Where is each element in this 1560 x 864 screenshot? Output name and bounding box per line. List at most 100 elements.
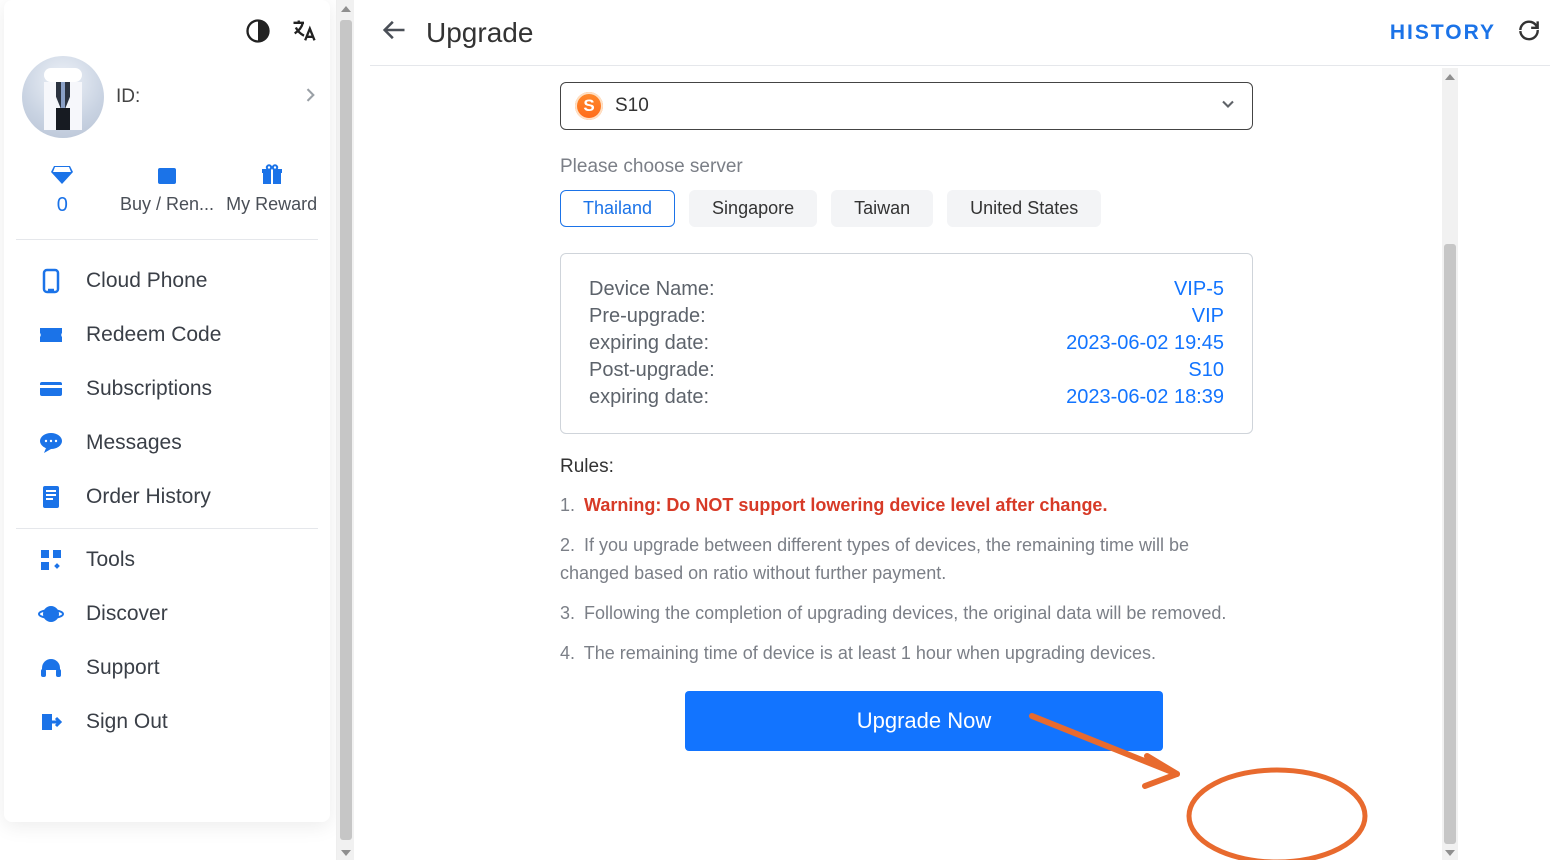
buy-renew-button[interactable]: Buy / Ren...	[117, 164, 217, 215]
scroll-up-icon[interactable]	[340, 2, 352, 14]
sidebar-item-support[interactable]: Support	[4, 641, 330, 695]
info-value: 2023-06-02 18:39	[1066, 386, 1224, 409]
sidebar-item-label: Support	[86, 656, 160, 680]
buy-renew-label: Buy / Ren...	[120, 194, 214, 215]
theme-toggle-icon[interactable]	[244, 17, 272, 50]
gift-icon	[260, 164, 284, 186]
info-value: 2023-06-02 19:45	[1066, 332, 1224, 355]
sidebar: ID: 0 Buy / Ren...	[4, 0, 330, 822]
sidebar-item-label: Discover	[86, 602, 168, 626]
content-scrollbar[interactable]	[1442, 68, 1458, 860]
rule-item: 2. If you upgrade between different type…	[560, 532, 1253, 588]
document-icon	[38, 484, 64, 510]
info-key: Post-upgrade:	[589, 359, 715, 382]
rule-text: Warning: Do NOT support lowering device …	[584, 495, 1107, 515]
my-reward-button[interactable]: My Reward	[222, 164, 322, 215]
sidebar-item-order-history[interactable]: Order History	[4, 470, 330, 524]
divider	[16, 528, 318, 529]
diamond-icon	[50, 164, 74, 186]
server-section-label: Please choose server	[560, 156, 1230, 178]
sidebar-item-label: Subscriptions	[86, 377, 212, 401]
back-arrow-icon[interactable]	[380, 16, 408, 49]
rule-text: If you upgrade between different types o…	[560, 535, 1189, 583]
diamonds-counter[interactable]: 0	[12, 164, 112, 217]
server-chip-thailand[interactable]: Thailand	[560, 190, 675, 227]
profile-id-label: ID:	[116, 86, 288, 108]
server-chip-singapore[interactable]: Singapore	[689, 190, 817, 227]
card-icon	[38, 376, 64, 402]
server-chip-taiwan[interactable]: Taiwan	[831, 190, 933, 227]
plan-select[interactable]: S S10	[560, 82, 1253, 130]
rule-item: 1. Warning: Do NOT support lowering devi…	[560, 492, 1253, 520]
scroll-up-icon[interactable]	[1444, 70, 1456, 82]
scrollbar-thumb[interactable]	[340, 20, 352, 840]
sidebar-item-messages[interactable]: Messages	[4, 416, 330, 470]
info-row: Pre-upgrade: VIP	[589, 303, 1224, 330]
plan-badge-icon: S	[575, 92, 603, 120]
logout-icon	[38, 709, 64, 735]
chat-icon	[38, 430, 64, 456]
sidebar-item-label: Order History	[86, 485, 211, 509]
sidebar-item-sign-out[interactable]: Sign Out	[4, 695, 330, 749]
widgets-icon	[38, 547, 64, 573]
avatar	[22, 56, 104, 138]
sidebar-scrollbar[interactable]	[336, 0, 354, 860]
sidebar-item-subscriptions[interactable]: Subscriptions	[4, 362, 330, 416]
rule-item: 3. Following the completion of upgrading…	[560, 600, 1253, 628]
rule-text: Following the completion of upgrading de…	[584, 603, 1226, 623]
info-value: VIP-5	[1174, 278, 1224, 301]
info-key: expiring date:	[589, 386, 709, 409]
refresh-icon[interactable]	[1516, 17, 1542, 48]
rule-number: 4.	[560, 643, 575, 663]
rule-item: 4. The remaining time of device is at le…	[560, 640, 1253, 668]
chevron-right-icon	[300, 85, 320, 110]
plan-select-label: S10	[615, 95, 649, 117]
ticket-icon	[38, 322, 64, 348]
info-value: S10	[1188, 359, 1224, 382]
rules-list: 1. Warning: Do NOT support lowering devi…	[560, 492, 1253, 667]
sidebar-item-label: Tools	[86, 548, 135, 572]
nav-list: Cloud Phone Redeem Code Subscriptions Me…	[4, 240, 330, 749]
header: Upgrade HISTORY	[370, 0, 1550, 66]
info-card: Device Name: VIP-5 Pre-upgrade: VIP expiri…	[560, 253, 1253, 434]
sidebar-item-label: Sign Out	[86, 710, 168, 734]
rules-title: Rules:	[560, 456, 1230, 478]
page-title: Upgrade	[426, 17, 533, 49]
rule-number: 3.	[560, 603, 575, 623]
my-reward-label: My Reward	[226, 194, 317, 215]
profile-row[interactable]: ID:	[4, 50, 330, 154]
scrollbar-thumb[interactable]	[1444, 244, 1456, 844]
info-key: Pre-upgrade:	[589, 305, 706, 328]
scroll-down-icon[interactable]	[1444, 846, 1456, 858]
planet-icon	[38, 601, 64, 627]
scroll-down-icon[interactable]	[340, 846, 352, 858]
phone-icon	[38, 268, 64, 294]
history-link[interactable]: HISTORY	[1390, 21, 1496, 45]
headset-icon	[38, 655, 64, 681]
info-key: Device Name:	[589, 278, 715, 301]
language-icon[interactable]	[290, 17, 318, 50]
bag-icon	[155, 164, 179, 186]
sidebar-item-label: Cloud Phone	[86, 269, 207, 293]
info-key: expiring date:	[589, 332, 709, 355]
quick-actions: 0 Buy / Ren... My Reward	[4, 154, 330, 239]
chevron-down-icon	[1218, 94, 1238, 119]
sidebar-item-label: Messages	[86, 431, 182, 455]
rule-number: 1.	[560, 495, 575, 515]
upgrade-now-button[interactable]: Upgrade Now	[685, 691, 1163, 751]
info-row: expiring date: 2023-06-02 19:45	[589, 330, 1224, 357]
sidebar-item-cloud-phone[interactable]: Cloud Phone	[4, 254, 330, 308]
sidebar-item-discover[interactable]: Discover	[4, 587, 330, 641]
info-row: Device Name: VIP-5	[589, 276, 1224, 303]
sidebar-item-tools[interactable]: Tools	[4, 533, 330, 587]
server-chip-group: Thailand Singapore Taiwan United States	[560, 190, 1230, 227]
diamonds-value: 0	[57, 194, 68, 217]
info-row: Post-upgrade: S10	[589, 357, 1224, 384]
info-row: expiring date: 2023-06-02 18:39	[589, 384, 1224, 411]
content: S S10 Please choose server Thailand Sing…	[370, 66, 1442, 860]
info-value: VIP	[1192, 305, 1224, 328]
rule-number: 2.	[560, 535, 575, 555]
sidebar-item-redeem-code[interactable]: Redeem Code	[4, 308, 330, 362]
rule-text: The remaining time of device is at least…	[584, 643, 1156, 663]
server-chip-united-states[interactable]: United States	[947, 190, 1101, 227]
